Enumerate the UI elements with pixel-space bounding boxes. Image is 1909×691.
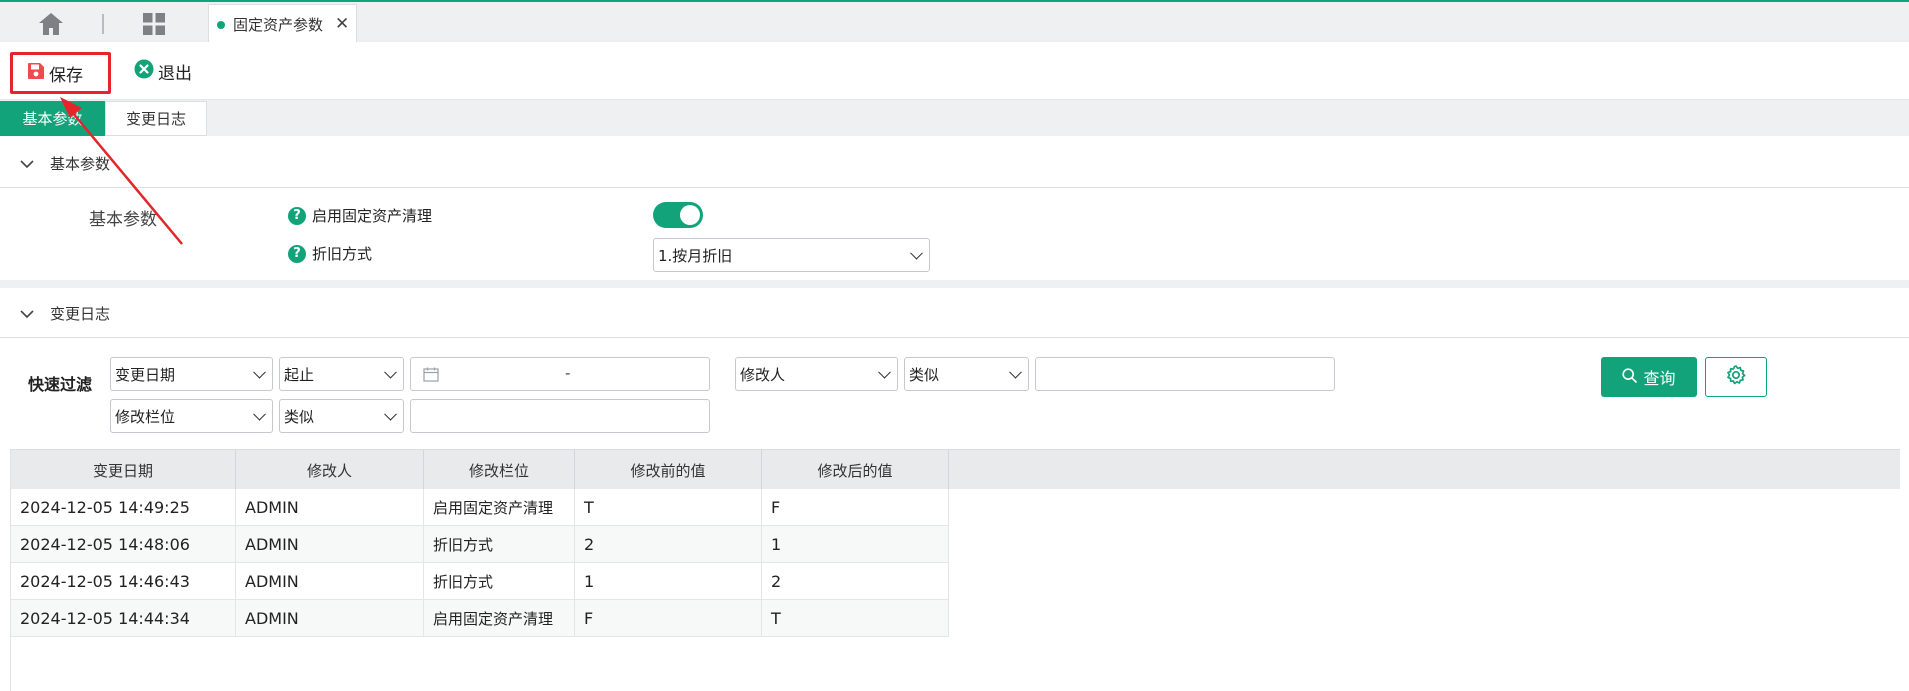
chevron-down-icon <box>384 365 397 379</box>
cell-field: 折旧方式 <box>424 563 575 600</box>
table-row[interactable]: 2024-12-05 14:49:25 ADMIN 启用固定资产清理 T F <box>11 489 949 526</box>
cell-change-date: 2024-12-05 14:44:34 <box>11 600 236 637</box>
save-button[interactable]: 保存 <box>10 52 111 94</box>
field-value-input[interactable] <box>410 399 710 433</box>
sub-tab-bar: 基本参数 变更日志 <box>0 100 1909 136</box>
toolbar: 保存 退出 <box>0 42 1909 100</box>
chevron-down-icon[interactable] <box>20 155 34 173</box>
top-tab-strip: 固定资产参数 ✕ <box>0 0 1909 44</box>
tab-change-log[interactable]: 变更日志 <box>105 101 207 136</box>
chevron-down-icon[interactable] <box>20 305 34 323</box>
section-header-basic-params[interactable]: 基本参数 <box>0 140 1909 188</box>
settings-button[interactable] <box>1705 357 1767 397</box>
quick-filter-label: 快速过滤 <box>28 375 93 394</box>
group-label: 基本参数 <box>89 210 157 230</box>
section-title: 变更日志 <box>50 305 111 323</box>
chevron-down-icon <box>1009 365 1022 379</box>
basic-params-panel: 基本参数 ? 启用固定资产清理 ? 折旧方式 1.按月折旧 <box>0 188 1909 280</box>
cell-field: 启用固定资产清理 <box>424 489 575 526</box>
enable-cleanup-toggle[interactable] <box>653 202 703 228</box>
column-header-field[interactable]: 修改栏位 <box>424 450 575 490</box>
section-header-change-log[interactable]: 变更日志 <box>0 290 1909 338</box>
cell-modifier: ADMIN <box>236 600 424 637</box>
active-dot-icon <box>217 20 225 29</box>
filter-field-select-1[interactable]: 变更日期 <box>110 357 273 391</box>
select-value: 类似 <box>284 407 315 426</box>
section-title: 基本参数 <box>50 155 111 173</box>
select-value: 起止 <box>284 365 315 384</box>
date-range-input[interactable]: - <box>410 357 710 391</box>
close-icon[interactable]: ✕ <box>335 16 349 33</box>
table-header: 变更日期 修改人 修改栏位 修改前的值 修改后的值 <box>11 449 1900 490</box>
cell-before: 1 <box>575 563 762 600</box>
grid-icon[interactable] <box>142 12 166 36</box>
select-value: 类似 <box>909 365 940 384</box>
toggle-knob <box>680 205 700 225</box>
cell-modifier: ADMIN <box>236 489 424 526</box>
table-row[interactable]: 2024-12-05 14:46:43 ADMIN 折旧方式 1 2 <box>11 563 949 600</box>
filter-field-select-3[interactable]: 修改栏位 <box>110 399 273 433</box>
exit-label: 退出 <box>158 63 192 84</box>
column-header-before[interactable]: 修改前的值 <box>575 450 762 490</box>
select-value: 1.按月折旧 <box>658 246 733 265</box>
select-value: 变更日期 <box>115 365 176 384</box>
cell-change-date: 2024-12-05 14:48:06 <box>11 526 236 563</box>
date-separator: - <box>565 364 571 382</box>
param-enable-cleanup: ? 启用固定资产清理 <box>288 205 432 226</box>
cell-before: 2 <box>575 526 762 563</box>
cell-after: T <box>762 600 949 637</box>
select-value: 修改人 <box>740 365 786 384</box>
param-label: 折旧方式 <box>312 245 373 263</box>
chevron-down-icon <box>253 365 266 379</box>
question-icon[interactable]: ? <box>288 244 306 263</box>
filter-operator-select-2[interactable]: 类似 <box>904 357 1029 391</box>
save-label: 保存 <box>49 65 83 86</box>
filter-field-select-2[interactable]: 修改人 <box>735 357 898 391</box>
close-circle-icon <box>134 59 158 84</box>
column-header-change-date[interactable]: 变更日期 <box>11 450 236 490</box>
cell-after: 2 <box>762 563 949 600</box>
cell-before: T <box>575 489 762 526</box>
cell-modifier: ADMIN <box>236 526 424 563</box>
cell-after: F <box>762 489 949 526</box>
floppy-icon <box>27 62 49 85</box>
param-label: 启用固定资产清理 <box>312 207 433 225</box>
select-value: 修改栏位 <box>115 407 176 426</box>
chevron-down-icon <box>253 407 266 421</box>
question-icon[interactable]: ? <box>288 206 306 225</box>
column-header-modifier[interactable]: 修改人 <box>236 450 424 490</box>
section-gap <box>0 280 1909 288</box>
cell-field: 折旧方式 <box>424 526 575 563</box>
chevron-down-icon <box>878 365 891 379</box>
change-log-table: 变更日期 修改人 修改栏位 修改前的值 修改后的值 2024-12-05 14:… <box>10 449 1900 691</box>
exit-button[interactable]: 退出 <box>134 56 192 86</box>
filter-operator-select-3[interactable]: 类似 <box>279 399 404 433</box>
chevron-down-icon <box>910 246 923 260</box>
table-row[interactable]: 2024-12-05 14:48:06 ADMIN 折旧方式 2 1 <box>11 526 949 563</box>
query-label: 查询 <box>1643 369 1676 388</box>
cell-field: 启用固定资产清理 <box>424 600 575 637</box>
cell-before: F <box>575 600 762 637</box>
cell-after: 1 <box>762 526 949 563</box>
search-icon <box>1622 367 1643 387</box>
calendar-icon <box>423 367 439 386</box>
modifier-value-input[interactable] <box>1035 357 1335 391</box>
gear-icon <box>1725 364 1747 390</box>
query-button[interactable]: 查询 <box>1601 357 1697 397</box>
cell-modifier: ADMIN <box>236 563 424 600</box>
home-icon[interactable] <box>38 12 64 36</box>
table-row[interactable]: 2024-12-05 14:44:34 ADMIN 启用固定资产清理 F T <box>11 600 949 637</box>
cell-change-date: 2024-12-05 14:46:43 <box>11 563 236 600</box>
filter-operator-select-1[interactable]: 起止 <box>279 357 404 391</box>
cell-change-date: 2024-12-05 14:49:25 <box>11 489 236 526</box>
column-header-after[interactable]: 修改后的值 <box>762 450 949 490</box>
tab-basic-params[interactable]: 基本参数 <box>0 101 105 136</box>
divider <box>102 14 104 34</box>
param-depreciation-method: ? 折旧方式 <box>288 243 372 264</box>
chevron-down-icon <box>384 407 397 421</box>
depreciation-method-select[interactable]: 1.按月折旧 <box>653 238 930 272</box>
tab-fixed-asset-params[interactable]: 固定资产参数 ✕ <box>208 4 357 44</box>
tab-label: 固定资产参数 <box>233 16 324 34</box>
